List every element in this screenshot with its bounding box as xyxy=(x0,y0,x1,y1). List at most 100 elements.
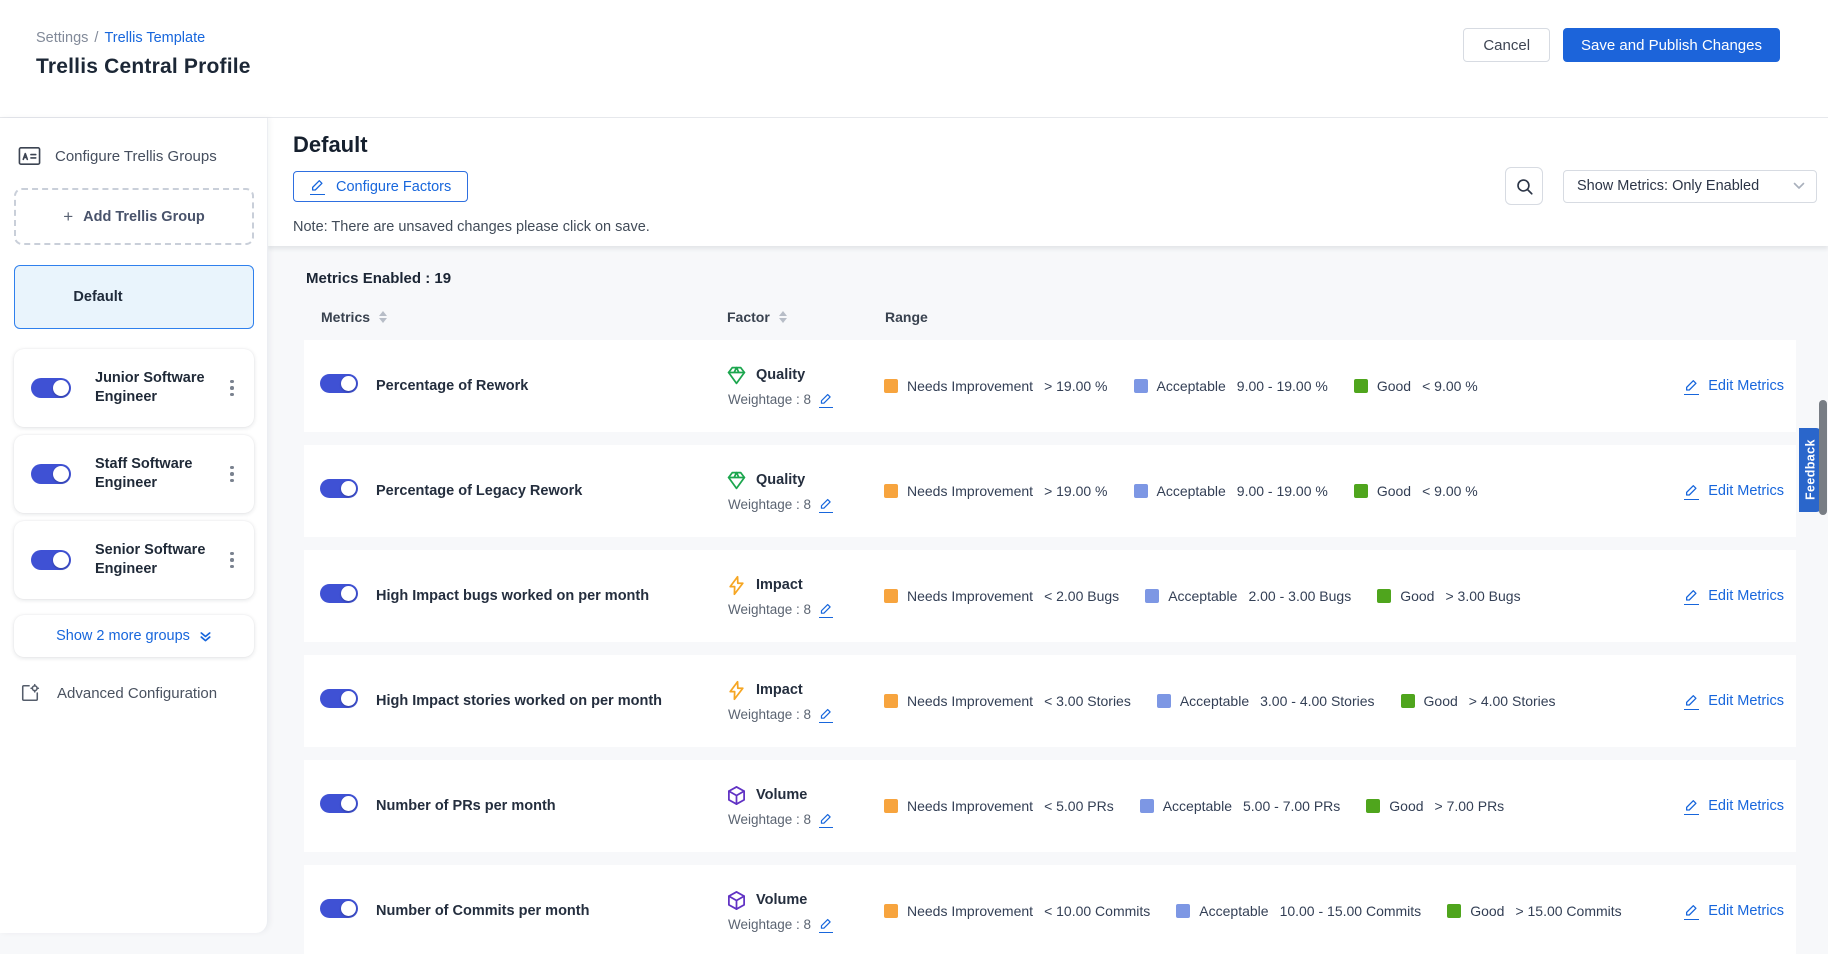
save-and-publish-button[interactable]: Save and Publish Changes xyxy=(1563,28,1780,62)
edit-weightage-icon[interactable] xyxy=(819,602,833,618)
sidebar-section-title: Configure Trellis Groups xyxy=(55,148,217,165)
factor-cell: Impact Weightage : 8 xyxy=(726,680,884,723)
range-chip-needs-improvement: Needs Improvement< 3.00 Stories xyxy=(884,693,1131,709)
configure-factors-button[interactable]: Configure Factors xyxy=(293,171,468,202)
edit-weightage-icon[interactable] xyxy=(819,392,833,408)
range-value: < 9.00 % xyxy=(1422,483,1478,499)
kebab-menu-icon[interactable] xyxy=(220,462,244,487)
metric-row: Percentage of Rework Quality Weightage :… xyxy=(304,340,1796,432)
range-label: Needs Improvement xyxy=(907,588,1033,604)
breadcrumb-trellis-template[interactable]: Trellis Template xyxy=(104,30,205,46)
kebab-menu-icon[interactable] xyxy=(220,376,244,401)
range-chip-needs-improvement: Needs Improvement< 10.00 Commits xyxy=(884,903,1150,919)
range-cell: Needs Improvement< 5.00 PRsAcceptable5.0… xyxy=(884,798,1644,814)
metric-enabled-toggle[interactable] xyxy=(320,794,358,813)
column-header-metrics[interactable]: Metrics xyxy=(321,309,727,325)
column-header-factor[interactable]: Factor xyxy=(727,309,885,325)
range-value: 9.00 - 19.00 % xyxy=(1237,378,1328,394)
edit-metrics-link[interactable]: Edit Metrics xyxy=(1684,588,1784,605)
factor-label: Impact xyxy=(756,577,803,593)
group-card[interactable]: Senior Software Engineer xyxy=(14,521,254,599)
sort-icon[interactable] xyxy=(379,311,387,323)
range-color-swatch xyxy=(1354,379,1368,393)
range-value: < 9.00 % xyxy=(1422,378,1478,394)
range-color-swatch xyxy=(1354,484,1368,498)
factor-label: Quality xyxy=(756,367,805,383)
edit-metrics-link[interactable]: Edit Metrics xyxy=(1684,903,1784,920)
edit-weightage-icon[interactable] xyxy=(819,812,833,828)
page-title: Trellis Central Profile xyxy=(36,55,251,79)
range-label: Needs Improvement xyxy=(907,483,1033,499)
weightage-label: Weightage : 8 xyxy=(728,392,811,407)
group-name: Senior Software Engineer xyxy=(95,541,220,579)
impact-lightning-icon xyxy=(726,680,747,701)
range-label: Good xyxy=(1389,798,1423,814)
metric-enabled-toggle[interactable] xyxy=(320,899,358,918)
group-enabled-toggle[interactable] xyxy=(31,550,71,570)
range-cell: Needs Improvement< 3.00 StoriesAcceptabl… xyxy=(884,693,1644,709)
show-more-groups-button[interactable]: Show 2 more groups xyxy=(14,615,254,657)
edit-pencil-icon xyxy=(1684,798,1699,815)
range-color-swatch xyxy=(1401,694,1415,708)
edit-weightage-icon[interactable] xyxy=(819,707,833,723)
breadcrumb-settings[interactable]: Settings xyxy=(36,30,88,46)
range-color-swatch xyxy=(1176,904,1190,918)
range-color-swatch xyxy=(884,694,898,708)
metric-name: Percentage of Legacy Rework xyxy=(376,482,726,501)
edit-pencil-icon xyxy=(1684,693,1699,710)
range-color-swatch xyxy=(884,799,898,813)
metric-enabled-toggle[interactable] xyxy=(320,479,358,498)
group-card[interactable]: Staff Software Engineer xyxy=(14,435,254,513)
cancel-button[interactable]: Cancel xyxy=(1463,28,1550,62)
configure-factors-label: Configure Factors xyxy=(336,179,451,195)
vertical-scrollbar-thumb[interactable] xyxy=(1819,400,1827,515)
range-color-swatch xyxy=(1140,799,1154,813)
add-trellis-group-button[interactable]: + Add Trellis Group xyxy=(14,188,254,245)
volume-cube-icon xyxy=(726,785,747,806)
header-actions: Cancel Save and Publish Changes xyxy=(1463,28,1780,62)
edit-metrics-link[interactable]: Edit Metrics xyxy=(1684,798,1784,815)
kebab-menu-icon[interactable] xyxy=(220,548,244,573)
edit-weightage-icon[interactable] xyxy=(819,917,833,933)
range-cell: Needs Improvement> 19.00 %Acceptable9.00… xyxy=(884,378,1644,394)
factor-label: Volume xyxy=(756,892,807,908)
id-badge-icon xyxy=(18,146,41,166)
metric-enabled-toggle[interactable] xyxy=(320,689,358,708)
chevron-down-icon xyxy=(1793,182,1805,190)
range-label: Needs Improvement xyxy=(907,903,1033,919)
edit-weightage-icon[interactable] xyxy=(819,497,833,513)
edit-metrics-label: Edit Metrics xyxy=(1708,903,1784,919)
metric-name: High Impact bugs worked on per month xyxy=(376,587,726,606)
range-value: 10.00 - 15.00 Commits xyxy=(1280,903,1422,919)
group-enabled-toggle[interactable] xyxy=(31,378,71,398)
edit-metrics-link[interactable]: Edit Metrics xyxy=(1684,378,1784,395)
advanced-configuration-link[interactable]: Advanced Configuration xyxy=(14,683,253,703)
show-metrics-filter-dropdown[interactable]: Show Metrics: Only Enabled xyxy=(1563,170,1817,203)
edit-metrics-link[interactable]: Edit Metrics xyxy=(1684,693,1784,710)
range-value: < 5.00 PRs xyxy=(1044,798,1114,814)
metric-enabled-toggle[interactable] xyxy=(320,584,358,603)
group-enabled-toggle[interactable] xyxy=(31,464,71,484)
group-card-default[interactable]: Default xyxy=(14,265,254,329)
factor-label: Impact xyxy=(756,682,803,698)
column-header-range: Range xyxy=(885,309,1796,325)
range-value: 5.00 - 7.00 PRs xyxy=(1243,798,1340,814)
group-title: Default xyxy=(293,132,1828,158)
range-chip-good: Good< 9.00 % xyxy=(1354,483,1478,499)
metric-enabled-toggle[interactable] xyxy=(320,374,358,393)
header-left: Settings / Trellis Template Trellis Cent… xyxy=(36,28,251,79)
breadcrumb: Settings / Trellis Template xyxy=(36,30,251,46)
group-card[interactable]: Junior Software Engineer xyxy=(14,349,254,427)
metric-row: Percentage of Legacy Rework Quality Weig… xyxy=(304,445,1796,537)
range-color-swatch xyxy=(1134,484,1148,498)
quality-gem-icon xyxy=(726,365,747,386)
sort-icon[interactable] xyxy=(779,311,787,323)
factor-cell: Volume Weightage : 8 xyxy=(726,785,884,828)
factor-label: Quality xyxy=(756,472,805,488)
factor-cell: Quality Weightage : 8 xyxy=(726,365,884,408)
search-button[interactable] xyxy=(1505,167,1543,205)
edit-metrics-link[interactable]: Edit Metrics xyxy=(1684,483,1784,500)
default-group-label: Default xyxy=(73,289,122,305)
advanced-configuration-label: Advanced Configuration xyxy=(57,685,217,702)
range-color-swatch xyxy=(884,379,898,393)
